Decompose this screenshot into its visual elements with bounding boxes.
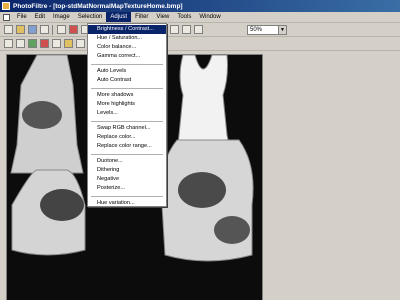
menu-selection[interactable]: Selection [74, 12, 107, 22]
print-icon[interactable] [39, 25, 49, 34]
menu-window[interactable]: Window [195, 12, 224, 22]
menu-item-swap-rgb-channel[interactable]: Swap RGB channel... [88, 124, 166, 133]
undo-icon[interactable] [68, 25, 78, 34]
menu-bar: File Edit Image Selection Adjust Filter … [0, 12, 400, 23]
menu-item-levels[interactable]: Levels... [88, 109, 166, 118]
menu-separator [91, 120, 163, 122]
menu-item-hue-saturation[interactable]: Hue / Saturation... [88, 34, 166, 43]
contrast-icon[interactable] [15, 39, 25, 48]
menu-view[interactable]: View [152, 12, 173, 22]
filter-toolbar [0, 37, 400, 51]
zoom-value: 50% [250, 27, 263, 33]
menu-separator [91, 87, 163, 89]
adjust-menu-dropdown: Brightness / Contrast... Hue / Saturatio… [87, 23, 167, 207]
menu-item-duotone[interactable]: Duotone... [88, 157, 166, 166]
flip-icon[interactable] [181, 25, 191, 34]
menu-item-replace-color-range[interactable]: Replace color range... [88, 142, 166, 151]
menu-item-posterize[interactable]: Posterize... [88, 184, 166, 193]
menu-item-brightness-contrast[interactable]: Brightness / Contrast... [88, 25, 166, 34]
brightness-icon[interactable] [3, 39, 13, 48]
open-file-icon[interactable] [15, 25, 25, 34]
menu-item-dithering[interactable]: Dithering [88, 166, 166, 175]
auto-levels-icon[interactable] [51, 39, 61, 48]
menu-adjust[interactable]: Adjust [106, 12, 132, 22]
menu-filter[interactable]: Filter [131, 12, 152, 22]
menu-edit[interactable]: Edit [31, 12, 49, 22]
menu-item-gamma-correct[interactable]: Gamma correct... [88, 52, 166, 61]
menu-item-more-shadows[interactable]: More shadows [88, 91, 166, 100]
menu-item-auto-contrast[interactable]: Auto Contrast [88, 76, 166, 85]
saturation-icon[interactable] [63, 39, 73, 48]
save-icon[interactable] [27, 25, 37, 34]
menu-item-hue-variation[interactable]: Hue variation... [88, 199, 166, 208]
menu-item-auto-levels[interactable]: Auto Levels [88, 67, 166, 76]
main-toolbar [0, 23, 400, 37]
menu-separator [91, 63, 163, 65]
photofiltre-app-icon [2, 2, 10, 10]
menu-item-more-highlights[interactable]: More highlights [88, 100, 166, 109]
new-file-icon[interactable] [3, 25, 13, 34]
window-title: PhotoFiltre - [top-stdMatNormalMapTextur… [13, 2, 183, 10]
document-icon[interactable] [3, 13, 10, 21]
zoom-select[interactable]: 50% ▼ [247, 25, 287, 35]
color-balance-icon[interactable] [39, 39, 49, 48]
title-bar: PhotoFiltre - [top-stdMatNormalMapTextur… [0, 0, 400, 12]
menu-tools[interactable]: Tools [173, 12, 195, 22]
text-icon[interactable] [193, 25, 203, 34]
levels-icon[interactable] [27, 39, 37, 48]
menu-item-color-balance[interactable]: Color balance... [88, 43, 166, 52]
menu-file[interactable]: File [13, 12, 31, 22]
scan-icon[interactable] [56, 25, 66, 34]
blur-icon[interactable] [75, 39, 85, 48]
menu-image[interactable]: Image [49, 12, 74, 22]
menu-item-negative[interactable]: Negative [88, 175, 166, 184]
menu-separator [91, 195, 163, 197]
toolbar-separator [52, 24, 53, 35]
menu-item-replace-color[interactable]: Replace color... [88, 133, 166, 142]
rotate-icon[interactable] [169, 25, 179, 34]
menu-separator [91, 153, 163, 155]
chevron-down-icon[interactable]: ▼ [278, 26, 286, 34]
